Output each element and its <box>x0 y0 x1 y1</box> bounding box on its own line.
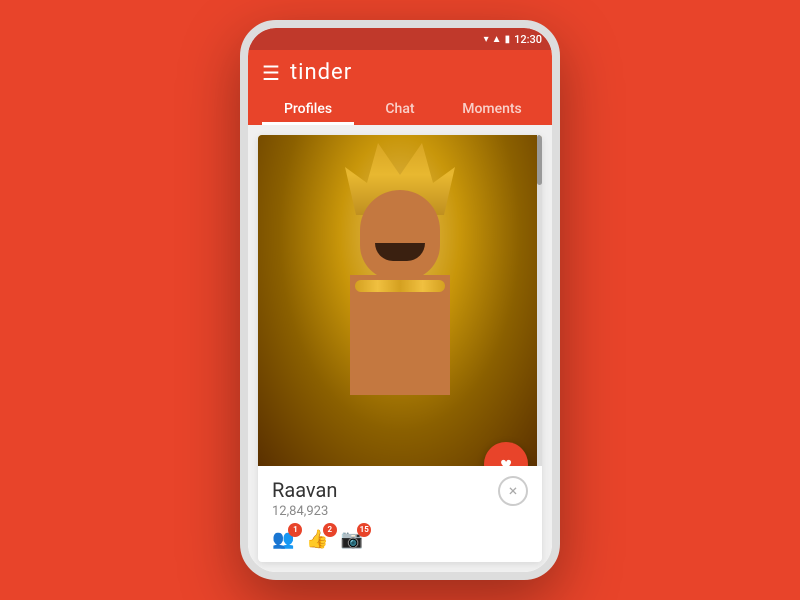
signal-icon: ▲ <box>492 34 502 45</box>
card-info: × Raavan 12,84,923 👥 1 👍 2 📷 <box>258 466 542 562</box>
wifi-icon: ▾ <box>484 34 489 45</box>
tab-chat[interactable]: Chat <box>354 95 446 125</box>
social-item-instagram[interactable]: 📷 15 <box>341 529 363 550</box>
profile-card: ♥ × Raavan 12,84,923 👥 1 👍 <box>258 135 542 562</box>
instagram-badge: 15 <box>357 523 371 537</box>
social-item-friends[interactable]: 👥 1 <box>272 529 294 550</box>
profile-name: Raavan <box>272 478 528 502</box>
main-content: ♥ × Raavan 12,84,923 👥 1 👍 <box>248 125 552 572</box>
top-bar-row: ☰ tinder <box>262 60 538 85</box>
nav-tabs: Profiles Chat Moments <box>262 95 538 125</box>
character-jewelry <box>355 280 445 292</box>
top-bar: ☰ tinder Profiles Chat Moments <box>248 50 552 125</box>
status-bar: ▾ ▲ ▮ 12:30 <box>248 28 552 50</box>
hamburger-icon[interactable]: ☰ <box>262 63 280 83</box>
social-item-likes[interactable]: 👍 2 <box>306 529 328 550</box>
heart-icon: ♥ <box>500 454 512 466</box>
profile-image: ♥ <box>258 135 542 466</box>
app-name: tinder <box>290 60 352 85</box>
tab-profiles[interactable]: Profiles <box>262 95 354 125</box>
social-row: 👥 1 👍 2 📷 15 <box>272 527 528 554</box>
card-scrollbar-thumb <box>537 135 542 185</box>
tab-moments[interactable]: Moments <box>446 95 538 125</box>
status-time: 12:30 <box>514 33 542 46</box>
dismiss-button[interactable]: × <box>498 476 528 506</box>
battery-icon: ▮ <box>505 34 511 45</box>
likes-badge: 2 <box>323 523 337 537</box>
phone-screen: ▾ ▲ ▮ 12:30 ☰ tinder Profiles Chat Momen… <box>248 28 552 572</box>
character-body <box>350 275 450 395</box>
card-scrollbar <box>537 135 542 466</box>
status-icons: ▾ ▲ ▮ <box>484 34 510 45</box>
phone-device: ▾ ▲ ▮ 12:30 ☰ tinder Profiles Chat Momen… <box>240 20 560 580</box>
profile-id: 12,84,923 <box>272 504 528 519</box>
character-face <box>360 190 440 280</box>
friends-badge: 1 <box>288 523 302 537</box>
